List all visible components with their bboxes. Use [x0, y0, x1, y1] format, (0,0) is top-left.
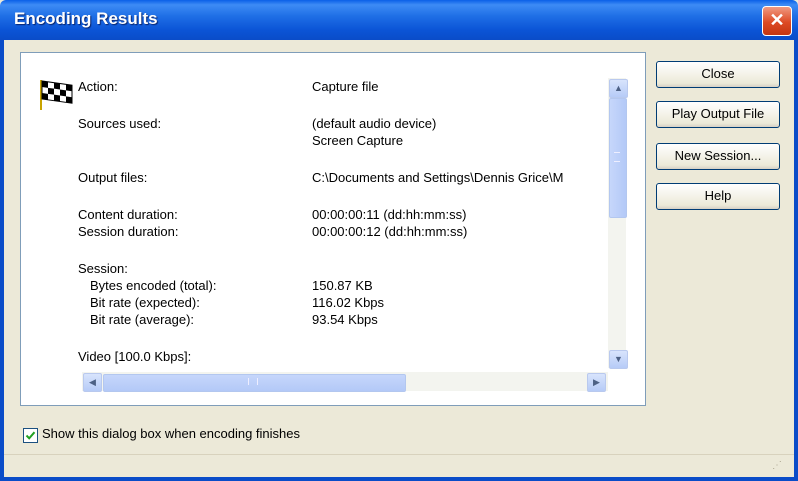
help-button[interactable]: Help — [656, 183, 780, 210]
bitrate-expected-value: 116.02 Kbps — [312, 295, 385, 310]
action-value: Capture file — [312, 79, 379, 94]
close-button[interactable]: Close — [656, 61, 780, 88]
scroll-up-button[interactable]: ▲ — [609, 79, 628, 98]
checkered-flag-icon — [40, 80, 73, 110]
session-label: Session: — [78, 261, 128, 276]
scroll-down-button[interactable]: ▼ — [609, 350, 628, 369]
sources-value-audio: (default audio device) — [312, 116, 437, 131]
window-title: Encoding Results — [14, 9, 158, 28]
show-dialog-checkbox[interactable] — [23, 428, 38, 443]
output-files-label: Output files: — [78, 170, 148, 185]
horizontal-thumb-grip — [248, 378, 258, 385]
content-duration-value: 00:00:00:11 (dd:hh:mm:ss) — [312, 207, 467, 222]
action-label: Action: — [78, 79, 118, 94]
bytes-encoded-value: 150.87 KB — [312, 278, 373, 293]
scroll-left-button[interactable]: ◀ — [83, 373, 102, 392]
bitrate-average-label: Bit rate (average): — [90, 312, 195, 327]
window-border-bottom — [0, 477, 798, 481]
content-duration-label: Content duration: — [78, 207, 178, 222]
bitrate-average-value: 93.54 Kbps — [312, 312, 378, 327]
bitrate-expected-label: Bit rate (expected): — [90, 295, 200, 310]
play-output-file-button[interactable]: Play Output File — [656, 101, 780, 128]
session-duration-value: 00:00:00:12 (dd:hh:mm:ss) — [312, 224, 468, 239]
window-close-button[interactable]: ✕ — [762, 6, 792, 36]
sources-value-screen: Screen Capture — [312, 133, 404, 148]
title-bar[interactable]: Encoding Results ✕ — [0, 0, 798, 40]
sources-label: Sources used: — [78, 116, 162, 131]
checkmark-icon — [25, 431, 36, 440]
vertical-thumb-grip — [614, 152, 620, 162]
bytes-encoded-label: Bytes encoded (total): — [90, 278, 217, 293]
session-duration-label: Session duration: — [78, 224, 179, 239]
window-border-right — [794, 40, 798, 481]
video-label: Video [100.0 Kbps]: — [78, 349, 192, 364]
output-files-value: C:\Documents and Settings\Dennis Grice\M — [312, 170, 564, 185]
show-dialog-label[interactable]: Show this dialog box when encoding finis… — [42, 426, 300, 441]
window-border-left — [0, 40, 4, 481]
status-bar: ⋰ — [4, 454, 794, 478]
new-session-button[interactable]: New Session... — [656, 143, 780, 170]
scroll-right-button[interactable]: ▶ — [587, 373, 606, 392]
resize-grip-icon[interactable]: ⋰ — [772, 460, 784, 472]
